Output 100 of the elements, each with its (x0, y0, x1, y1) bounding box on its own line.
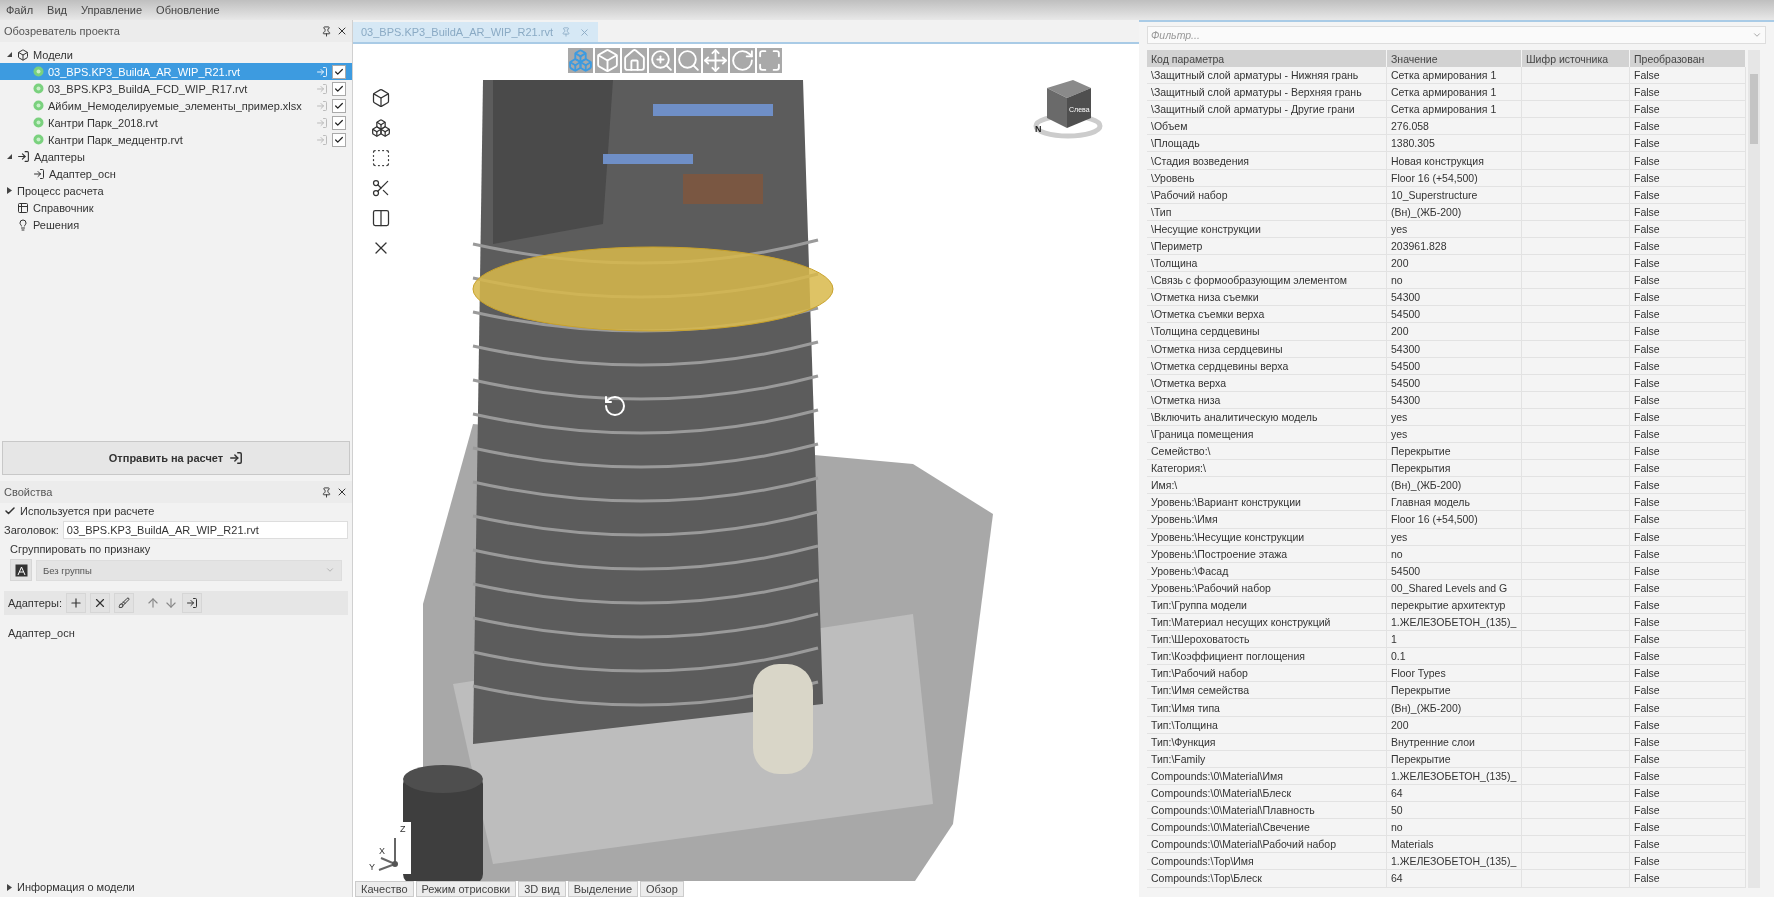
send-to-calculation-button[interactable]: Отправить на расчет (2, 441, 350, 475)
table-cell: \Граница помещения (1147, 425, 1387, 444)
scrollbar-thumb[interactable] (1750, 74, 1758, 144)
move-down-icon[interactable] (163, 596, 178, 610)
checkbox[interactable] (332, 132, 346, 147)
menu-item[interactable]: Управление (80, 4, 143, 16)
title-input-field[interactable]: 03_BPS.KP3_BuildA_AR_WIP_R21.rvt (62, 521, 348, 539)
checkbox[interactable] (332, 81, 346, 96)
checkbox-label: Используется при расчете (20, 505, 155, 517)
table-cell: False (1630, 152, 1746, 170)
adapter-icon (17, 150, 30, 163)
checkbox[interactable] (332, 98, 346, 113)
checkbox[interactable] (4, 505, 16, 517)
field-label: Заголовок: (4, 524, 59, 536)
cube-icon[interactable] (371, 118, 391, 138)
table-cell: False (1630, 84, 1746, 102)
cube-icon[interactable] (371, 88, 391, 108)
table-cell: Уровень:\Фасад (1147, 562, 1387, 580)
view-tab[interactable]: Режим отрисовки (415, 881, 517, 897)
table-cell: \Толщина сердцевины (1147, 323, 1387, 341)
expand-arrow-icon[interactable] (6, 51, 13, 58)
column-header[interactable]: Преобразован (1630, 50, 1746, 67)
checkbox[interactable] (332, 64, 346, 79)
field-label: Сгруппировать по признаку (10, 543, 151, 555)
adapter-list-item[interactable]: Адаптер_осн (8, 627, 344, 639)
collapse-arrow-icon[interactable] (6, 187, 13, 194)
collapse-arrow-icon[interactable] (6, 883, 13, 891)
table-cell: 1.ЖЕЛЕЗОБЕТОН_(135)_ (1387, 853, 1522, 871)
table-cell: False (1630, 836, 1746, 854)
adapter-link-icon[interactable] (316, 65, 328, 78)
table-cell: Compounds:\0\Material\Свечение (1147, 819, 1387, 837)
brush-button[interactable] (113, 593, 134, 613)
tree-item[interactable]: Адаптеры (0, 148, 352, 165)
close-icon[interactable] (336, 486, 348, 498)
delete-button[interactable] (89, 593, 110, 613)
tree-item[interactable]: Модели (0, 46, 352, 63)
tree-item[interactable]: Решения (0, 216, 352, 233)
cube-icon (17, 48, 29, 61)
view-tab[interactable]: 3D вид (518, 881, 566, 897)
model-info-expander[interactable]: Информация о модели (17, 881, 135, 893)
menu-item[interactable]: Вид (47, 4, 67, 16)
expand-arrow-icon[interactable] (6, 153, 13, 160)
checkmark-icon (334, 83, 344, 94)
table-cell: \Отметка сердцевины верха (1147, 357, 1387, 375)
tree-item[interactable]: 03_BPS.KP3_BuildA_FCD_WIP_R17.rvt (0, 80, 352, 97)
menu-item[interactable]: Файл (6, 4, 34, 16)
table-cell: 54300 (1387, 340, 1522, 358)
table-cell: Имя:\ (1147, 477, 1387, 495)
columns-icon[interactable] (371, 208, 391, 228)
tree-item[interactable]: Кантри Парк_2018.rvt (0, 114, 352, 131)
table-cell: Новая конструкция (1387, 152, 1522, 170)
table-cell: False (1630, 203, 1746, 221)
move-up-icon[interactable] (145, 596, 160, 610)
compass-label: N (1035, 124, 1042, 134)
orbit-cursor-icon (603, 394, 627, 418)
tree-item[interactable]: Кантри Парк_медцентр.rvt (0, 131, 352, 148)
adapter-button[interactable] (181, 593, 202, 613)
table-cell: 1380.305 (1387, 135, 1522, 153)
view-tab[interactable]: Выделение (567, 881, 639, 897)
table-cell: Тип:\Функция (1147, 733, 1387, 751)
table-cell: \Периметр (1147, 237, 1387, 256)
view-cube-icon[interactable] (1033, 80, 1103, 139)
axis-drawing (378, 837, 398, 871)
table-cell: 1 (1387, 631, 1522, 649)
table-cell: \Тип (1147, 203, 1387, 221)
menu-item[interactable]: Обновление (156, 4, 220, 16)
table-cell: перекрытие архитектур (1387, 596, 1522, 614)
table-cell: Materials (1387, 836, 1522, 854)
table-cell: 200 (1387, 716, 1522, 734)
column-header[interactable]: Шифр источника (1522, 50, 1630, 67)
table-cell: \Связь с формообразующим элементом (1147, 272, 1387, 290)
scrollbar[interactable] (1748, 50, 1760, 888)
pin-icon[interactable] (321, 25, 332, 37)
table-cell: False (1630, 323, 1746, 341)
table-cell: Уровень:\Вариант конструкции (1147, 494, 1387, 512)
section-box-icon[interactable] (371, 148, 391, 168)
table-cell: 10_Superstructure (1387, 186, 1522, 204)
group-button[interactable] (10, 559, 32, 581)
table-cell: False (1630, 870, 1746, 888)
close-icon[interactable] (336, 25, 348, 37)
group-dropdown[interactable]: Без группы (36, 559, 342, 581)
table-cell: no (1387, 545, 1522, 563)
cut-icon[interactable] (371, 178, 391, 198)
table-cell: Compounds:\0\Material\Блеск (1147, 784, 1387, 803)
view-tab[interactable]: Качество (355, 881, 414, 897)
table-cell: Сетка армирования 1 (1387, 67, 1522, 85)
tree-item[interactable]: Айбим_Немоделируемые_элементы_пример.xlsx (0, 97, 352, 114)
pin-icon[interactable] (321, 486, 332, 498)
column-header[interactable]: Значение (1387, 50, 1522, 67)
view-tab[interactable]: Обзор (640, 881, 684, 897)
tree-item[interactable]: Процесс расчета (0, 182, 352, 199)
table-cell: 54300 (1387, 391, 1522, 409)
table-cell: False (1630, 255, 1746, 273)
table-cell: Floor Types (1387, 665, 1522, 683)
table-cell: Compounds:\0\Material\Рабочий набор (1147, 836, 1387, 854)
tree-item[interactable]: Адаптер_осн (0, 165, 352, 182)
tree-item[interactable]: Справочник (0, 199, 352, 216)
checkbox[interactable] (332, 115, 346, 130)
column-header[interactable]: Код параметра (1147, 50, 1387, 67)
table-cell: Compounds:\0\Material\Плавность (1147, 802, 1387, 820)
